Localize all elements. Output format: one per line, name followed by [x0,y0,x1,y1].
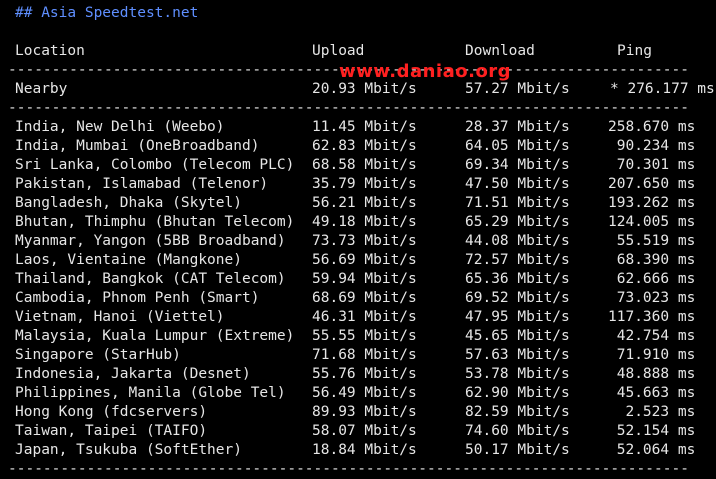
row-ping: 68.390 ms [608,252,696,268]
header-location: Location [15,43,85,59]
row-location: Laos, Vientaine (Mangkone) [15,252,242,268]
nearby-ping: * 276.177 ms [610,81,715,97]
row-location: Cambodia, Phnom Penh (Smart) [15,290,260,306]
row-ping: 62.666 ms [608,271,696,287]
row-location: Philippines, Manila (Globe Tel) [15,385,286,401]
header-download: Download [465,43,535,59]
row-ping: 55.519 ms [608,233,696,249]
row-ping: 117.360 ms [608,309,696,325]
row-location: Hong Kong (fdcservers) [15,404,208,420]
header-upload: Upload [312,43,365,59]
row-ping: 71.910 ms [608,347,696,363]
row-download: 44.08 Mbit/s [465,233,570,249]
terminal-window: ## Asia Speedtest.net Location Upload Do… [0,0,716,479]
row-ping: 73.023 ms [608,290,696,306]
separator-line: ----------------------------------------… [8,461,688,477]
row-ping: 70.301 ms [608,157,696,173]
row-upload: 18.84 Mbit/s [312,442,417,458]
row-location: Myanmar, Yangon (5BB Broadband) [15,233,286,249]
row-location: Vietnam, Hanoi (Viettel) [15,309,225,325]
header-ping: Ping [617,43,652,59]
row-download: 62.90 Mbit/s [465,385,570,401]
row-download: 53.78 Mbit/s [465,366,570,382]
row-download: 65.29 Mbit/s [465,214,570,230]
row-upload: 56.49 Mbit/s [312,385,417,401]
row-download: 72.57 Mbit/s [465,252,570,268]
row-upload: 62.83 Mbit/s [312,138,417,154]
nearby-download: 57.27 Mbit/s [465,81,570,97]
row-ping: 45.663 ms [608,385,696,401]
row-ping: 207.650 ms [608,176,696,192]
row-upload: 46.31 Mbit/s [312,309,417,325]
row-location: Bhutan, Thimphu (Bhutan Telecom) [15,214,295,230]
row-upload: 89.93 Mbit/s [312,404,417,420]
row-location: India, New Delhi (Weebo) [15,119,225,135]
row-download: 65.36 Mbit/s [465,271,570,287]
row-ping: 52.154 ms [608,423,696,439]
row-upload: 73.73 Mbit/s [312,233,417,249]
row-upload: 49.18 Mbit/s [312,214,417,230]
section-title: ## Asia Speedtest.net [15,5,199,21]
row-ping: 193.262 ms [608,195,696,211]
row-upload: 58.07 Mbit/s [312,423,417,439]
row-upload: 68.69 Mbit/s [312,290,417,306]
row-upload: 55.55 Mbit/s [312,328,417,344]
separator-line: ----------------------------------------… [8,100,688,116]
row-download: 47.50 Mbit/s [465,176,570,192]
row-location: Malaysia, Kuala Lumpur (Extreme) [15,328,295,344]
nearby-location: Nearby [15,81,68,97]
row-download: 50.17 Mbit/s [465,442,570,458]
row-download: 64.05 Mbit/s [465,138,570,154]
row-upload: 56.21 Mbit/s [312,195,417,211]
row-upload: 56.69 Mbit/s [312,252,417,268]
row-upload: 11.45 Mbit/s [312,119,417,135]
row-download: 57.63 Mbit/s [465,347,570,363]
row-location: Indonesia, Jakarta (Desnet) [15,366,251,382]
row-location: Thailand, Bangkok (CAT Telecom) [15,271,286,287]
row-download: 74.60 Mbit/s [465,423,570,439]
row-ping: 90.234 ms [608,138,696,154]
row-ping: 42.754 ms [608,328,696,344]
row-ping: 48.888 ms [608,366,696,382]
row-ping: 2.523 ms [608,404,696,420]
row-ping: 52.064 ms [608,442,696,458]
row-download: 69.34 Mbit/s [465,157,570,173]
row-download: 45.65 Mbit/s [465,328,570,344]
row-location: Pakistan, Islamabad (Telenor) [15,176,269,192]
row-ping: 124.005 ms [608,214,696,230]
row-upload: 55.76 Mbit/s [312,366,417,382]
row-location: Taiwan, Taipei (TAIFO) [15,423,208,439]
row-download: 71.51 Mbit/s [465,195,570,211]
row-ping: 258.670 ms [608,119,696,135]
row-upload: 68.58 Mbit/s [312,157,417,173]
row-location: Singapore (StarHub) [15,347,181,363]
nearby-upload: 20.93 Mbit/s [312,81,417,97]
row-download: 47.95 Mbit/s [465,309,570,325]
row-location: India, Mumbai (OneBroadband) [15,138,260,154]
row-upload: 59.94 Mbit/s [312,271,417,287]
row-download: 28.37 Mbit/s [465,119,570,135]
row-download: 69.52 Mbit/s [465,290,570,306]
row-upload: 71.68 Mbit/s [312,347,417,363]
row-location: Japan, Tsukuba (SoftEther) [15,442,242,458]
row-location: Bangladesh, Dhaka (Skytel) [15,195,242,211]
row-download: 82.59 Mbit/s [465,404,570,420]
row-upload: 35.79 Mbit/s [312,176,417,192]
row-location: Sri Lanka, Colombo (Telecom PLC) [15,157,295,173]
